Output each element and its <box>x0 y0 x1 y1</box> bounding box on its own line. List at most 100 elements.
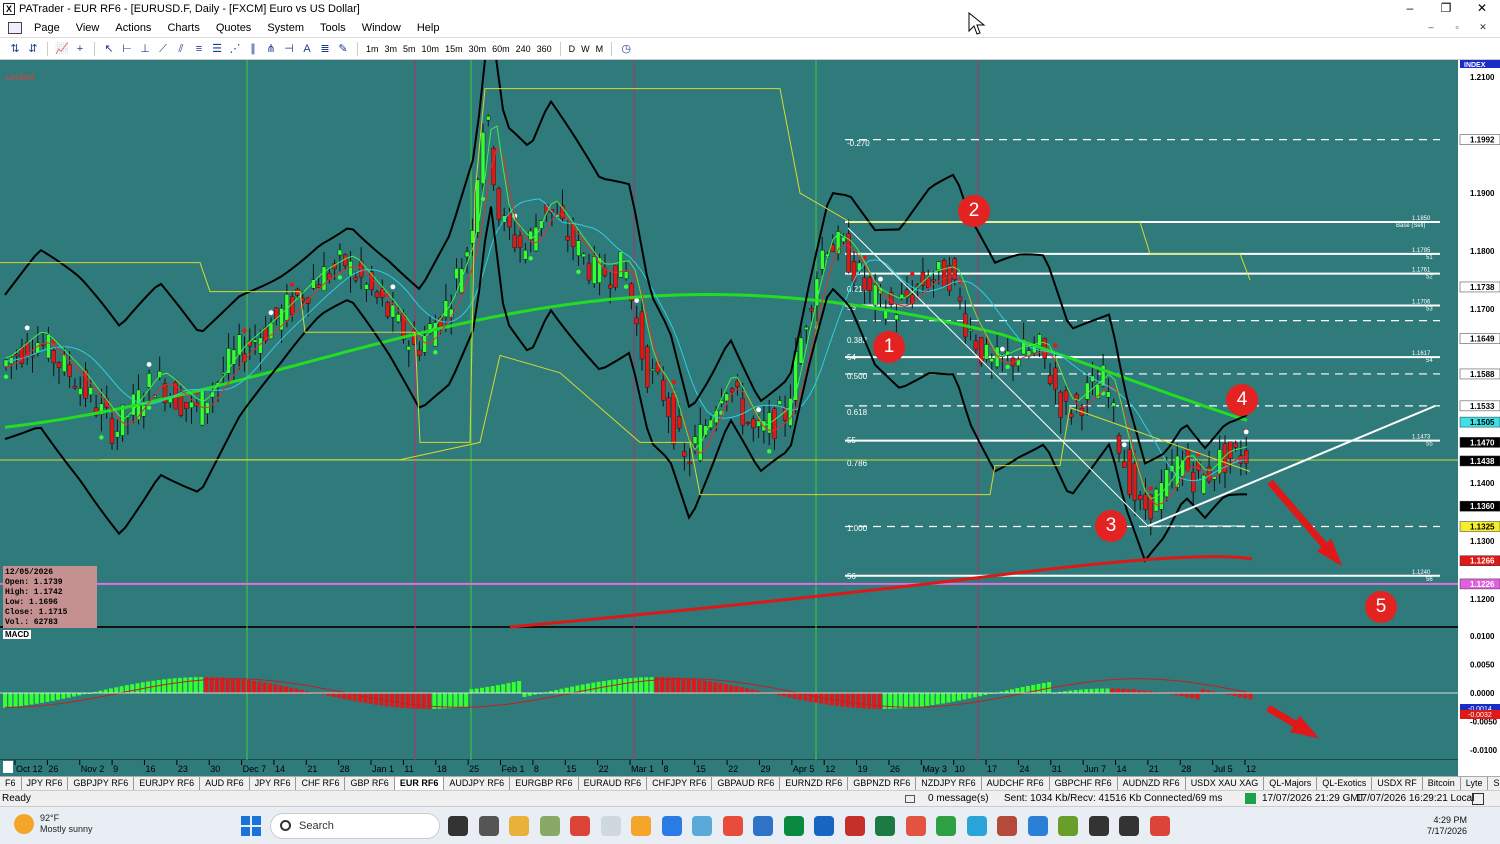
gann-fan-icon[interactable]: ⋰ <box>227 42 243 56</box>
text-tool-icon[interactable]: A <box>299 42 315 56</box>
symbol-tab[interactable]: GBP RF6 <box>345 777 395 790</box>
trendline-icon[interactable]: ⟋ <box>155 42 171 56</box>
symbol-tab[interactable]: USDX XAU XAG <box>1186 777 1265 790</box>
red-c-icon[interactable] <box>905 816 926 836</box>
timeframe-60m[interactable]: 60m <box>489 44 513 54</box>
trading-app-icon[interactable] <box>1088 816 1109 836</box>
horizontal-line-icon[interactable]: ⊢ <box>119 42 135 56</box>
menu-page[interactable]: Page <box>26 22 68 34</box>
timeframe-30m[interactable]: 30m <box>466 44 490 54</box>
symbol-tab[interactable]: JPY RF6 <box>22 777 69 790</box>
speed-lines-icon[interactable]: ⊣ <box>281 42 297 56</box>
timeframe-1m[interactable]: 1m <box>363 44 382 54</box>
telegram-icon[interactable] <box>966 816 987 836</box>
symbol-tab[interactable]: NZDJPY RF6 <box>916 777 982 790</box>
menu-tools[interactable]: Tools <box>312 22 354 34</box>
chrome-icon[interactable] <box>570 816 590 836</box>
symbol-tab[interactable]: GBPAUD RF6 <box>712 777 781 790</box>
weather-widget[interactable]: 92°F Mostly sunny <box>14 813 93 835</box>
cycle-lines-icon[interactable]: ∥ <box>245 42 261 56</box>
blue-app-icon[interactable] <box>753 816 773 836</box>
photos-icon[interactable] <box>692 816 712 836</box>
status-messages[interactable]: 0 message(s) <box>928 791 989 806</box>
chart-area[interactable]: INDEX 1.2100 1.1992 1.1900 1.1800 1.1738 1.170… <box>0 60 1500 776</box>
symbol-tab[interactable]: AUDNZD RF6 <box>1118 777 1186 790</box>
symbol-tab[interactable]: AUDJPY RF6 <box>444 777 511 790</box>
symbol-tab[interactable]: EURAUD RF6 <box>579 777 648 790</box>
symbol-tab[interactable]: EUR RF6 <box>394 777 445 790</box>
pin-app-icon[interactable] <box>539 816 560 836</box>
timeframe-15m[interactable]: 15m <box>442 44 466 54</box>
symbol-tab[interactable]: GBPJPY RF6 <box>68 777 135 790</box>
arrange-up-icon[interactable]: ⇅ <box>7 42 23 56</box>
mdi-close-button[interactable]: ✕ <box>1470 20 1496 34</box>
timeframe-5m[interactable]: 5m <box>400 44 419 54</box>
levels-icon[interactable]: ≣ <box>317 42 333 56</box>
timeframe-360[interactable]: 360 <box>534 44 555 54</box>
menu-view[interactable]: View <box>68 22 108 34</box>
symbol-tab[interactable]: EURGBP RF6 <box>510 777 579 790</box>
browser-icon[interactable] <box>1027 816 1048 836</box>
fib-extension-icon[interactable]: ☰ <box>209 42 225 56</box>
menu-system[interactable]: System <box>259 22 312 34</box>
notes-icon[interactable] <box>661 816 682 836</box>
file-explorer-icon[interactable] <box>509 816 529 836</box>
symbol-tab[interactable]: AUDCHF RF6 <box>982 777 1050 790</box>
patrader-icon[interactable] <box>600 816 621 836</box>
timeframe-monthly[interactable]: M <box>593 44 607 54</box>
timeframe-10m[interactable]: 10m <box>419 44 443 54</box>
excel-icon[interactable] <box>875 816 895 836</box>
taskbar-search[interactable]: Search <box>270 813 440 839</box>
mdi-restore-button[interactable]: ▫ <box>1444 20 1470 34</box>
mdi-minimize-button[interactable]: – <box>1418 20 1444 34</box>
symbol-tab[interactable]: GBPNZD RF6 <box>848 777 917 790</box>
vertical-line-icon[interactable]: ⊥ <box>137 42 153 56</box>
menu-help[interactable]: Help <box>409 22 448 34</box>
symbol-tab[interactable]: F6 <box>0 777 22 790</box>
cloud-icon[interactable] <box>631 816 651 836</box>
pdf-icon[interactable] <box>844 816 865 836</box>
minimize-button[interactable]: – <box>1392 0 1428 18</box>
symbol-tab[interactable]: Lyte <box>1461 777 1489 790</box>
timeframe-daily[interactable]: D <box>566 44 579 54</box>
menu-quotes[interactable]: Quotes <box>208 22 259 34</box>
menu-window[interactable]: Window <box>354 22 409 34</box>
camera-icon[interactable] <box>997 816 1017 836</box>
red-app-icon[interactable] <box>722 816 743 836</box>
pointer-icon[interactable]: ↖ <box>101 42 117 56</box>
pitchfork-icon[interactable]: ⋔ <box>263 42 279 56</box>
price-chart[interactable]: INDEX 1.2100 1.1992 1.1900 1.1800 1.1738 1.170… <box>0 60 1500 776</box>
symbol-tab[interactable]: AUD RF6 <box>200 777 250 790</box>
timeframe-3m[interactable]: 3m <box>382 44 401 54</box>
symbol-tab[interactable]: CHF RF6 <box>296 777 346 790</box>
media-player-icon[interactable] <box>1119 816 1139 836</box>
crosshair-icon[interactable]: + <box>72 42 88 56</box>
symbol-tab[interactable]: Bitcoin <box>1423 777 1461 790</box>
outlook-icon[interactable] <box>814 816 834 836</box>
symbol-tab[interactable]: QL-Majors <box>1264 777 1318 790</box>
maximize-button[interactable]: ❐ <box>1428 0 1464 18</box>
arrange-down-icon[interactable]: ⇵ <box>25 42 41 56</box>
symbol-tab[interactable]: QL-Exotics <box>1317 777 1373 790</box>
draw-icon[interactable]: ✎ <box>335 42 351 56</box>
symbol-tab[interactable]: EURNZD RF6 <box>780 777 849 790</box>
close-button[interactable]: ✕ <box>1464 0 1500 18</box>
clock-icon[interactable]: ◷ <box>618 42 634 56</box>
symbol-tab[interactable]: EURJPY RF6 <box>134 777 201 790</box>
windows-start-icon[interactable] <box>241 816 261 836</box>
calculator-icon[interactable] <box>478 816 499 836</box>
w-app-icon[interactable] <box>1058 816 1078 836</box>
chrome-alt-icon[interactable] <box>1149 816 1170 836</box>
fib-retracement-icon[interactable]: ≡ <box>191 42 207 56</box>
symbol-tab[interactable]: SP500 RF6 <box>1488 777 1500 790</box>
timeframe-240[interactable]: 240 <box>513 44 534 54</box>
symbol-tab[interactable]: CHFJPY RF6 <box>647 777 713 790</box>
green-c-icon[interactable] <box>936 816 956 836</box>
symbol-tab[interactable]: JPY RF6 <box>250 777 297 790</box>
symbol-tab[interactable]: USDX RF <box>1372 777 1423 790</box>
chart-app-icon[interactable] <box>783 816 804 836</box>
timeframe-weekly[interactable]: W <box>578 44 593 54</box>
symbol-tab[interactable]: GBPCHF RF6 <box>1050 777 1118 790</box>
taskbar-clock[interactable]: 4:29 PM 7/17/2026 <box>1427 815 1467 837</box>
menu-actions[interactable]: Actions <box>107 22 159 34</box>
